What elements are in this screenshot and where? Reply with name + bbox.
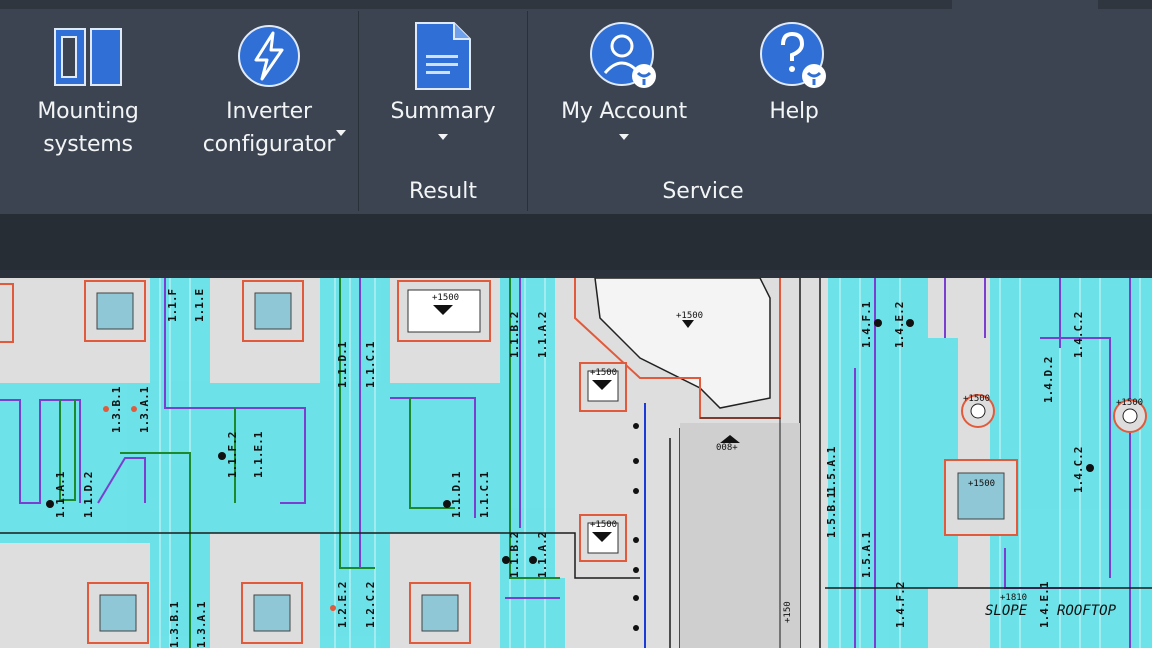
ribbon-bottom-border	[0, 270, 1152, 278]
summary-button[interactable]: Summary	[380, 9, 506, 179]
panel-label: 1.2.C.2	[364, 582, 377, 628]
ribbon-tab-strip	[0, 0, 1152, 9]
rooftop-label: ROOFTOP	[1057, 603, 1117, 619]
panel-label: 1.1.F	[166, 289, 179, 322]
panel-label: 1.3.A.1	[195, 601, 208, 648]
drawing-canvas[interactable]: 1.1.F 1.1.E 1.1.D.1 1.1.C.1 1.1.B.2 1.1.…	[0, 278, 1152, 648]
summary-label: Summary	[390, 99, 496, 124]
inverter-configurator-button[interactable]: Inverter configurator	[186, 9, 352, 179]
mounting-systems-icon	[53, 21, 123, 91]
help-label: Help	[769, 99, 819, 124]
help-button[interactable]: Help	[740, 9, 848, 179]
panel-label: 1.3.B.1	[168, 601, 181, 648]
active-ribbon-tab[interactable]	[952, 0, 1098, 9]
chevron-down-icon	[336, 130, 346, 136]
elevation-label: +1500	[590, 368, 617, 378]
building-shape	[574, 278, 800, 648]
panel-label: 1.1.E.1	[252, 431, 265, 478]
my-account-label: My Account	[561, 99, 687, 124]
panel-label: 1.1.A.2	[536, 312, 549, 358]
elevation-label: +1500	[963, 394, 990, 404]
panel-label: 1.1.B.2	[508, 312, 521, 358]
panel-label: 1.4.F.1	[860, 301, 873, 348]
result-group-label: Result	[409, 179, 477, 204]
panel-label: 1.4.C.2	[1072, 447, 1085, 493]
ribbon-toolbar: Mounting systems Inverter configurator S…	[0, 9, 1152, 214]
panel-label: 1.1.A.1	[54, 471, 67, 518]
panel-label: 1.5.A.1	[860, 531, 873, 578]
elevation-label: +1810	[1000, 593, 1027, 603]
elevation-label: +150	[783, 601, 793, 623]
my-account-button[interactable]: My Account	[548, 9, 700, 179]
inverter-configurator-label: Inverter configurator	[202, 99, 336, 157]
group-separator	[527, 11, 528, 211]
panel-label: 1.4.C.2	[1072, 312, 1085, 358]
panel-label: 1.2.E.2	[336, 582, 349, 628]
command-band	[0, 214, 1152, 278]
panel-label: 1.1.D.1	[336, 341, 349, 388]
elevation-label: +1500	[432, 293, 459, 303]
elevation-label: +1500	[676, 311, 703, 321]
panel-label: 1.4.E.1	[1038, 581, 1051, 628]
chevron-down-icon	[619, 134, 629, 140]
account-icon	[589, 21, 659, 91]
elevation-label: +1500	[590, 520, 617, 530]
panel-label: 1.4.E.2	[893, 302, 906, 348]
mounting-systems-button[interactable]: Mounting systems	[26, 9, 150, 179]
panel-label: 1.1.D.2	[82, 472, 95, 518]
panel-label: 1.1.E	[193, 289, 206, 322]
group-separator	[358, 11, 359, 211]
document-icon	[412, 21, 474, 91]
panel-label: 1.1.D.1	[450, 471, 463, 518]
elevation-label: +1500	[968, 479, 995, 489]
mounting-systems-label: Mounting systems	[37, 99, 139, 157]
chevron-down-icon	[438, 134, 448, 140]
panel-label: 1.5.A.1	[825, 446, 838, 493]
panel-label: 1.3.A.1	[138, 386, 151, 433]
panel-label: 1.5.B.1	[825, 491, 838, 538]
panel-label: 1.1.C.1	[478, 471, 491, 518]
elevation-label: +1500	[1116, 398, 1143, 408]
panel-label: 1.1.F.2	[226, 432, 239, 478]
lightning-icon	[236, 21, 302, 91]
panel-label: 1.4.F.2	[894, 582, 907, 628]
service-group-label: Service	[662, 179, 744, 204]
help-icon	[759, 21, 829, 91]
panel-label: 1.1.A.2	[536, 532, 549, 578]
panel-label: 1.1.B.2	[508, 532, 521, 578]
slope-label: SLOPE	[985, 603, 1028, 619]
panel-label: 1.4.D.2	[1042, 357, 1055, 403]
panel-label: 1.3.B.1	[110, 386, 123, 433]
elevation-label: 008+	[716, 443, 738, 453]
panel-label: 1.1.C.1	[364, 341, 377, 388]
